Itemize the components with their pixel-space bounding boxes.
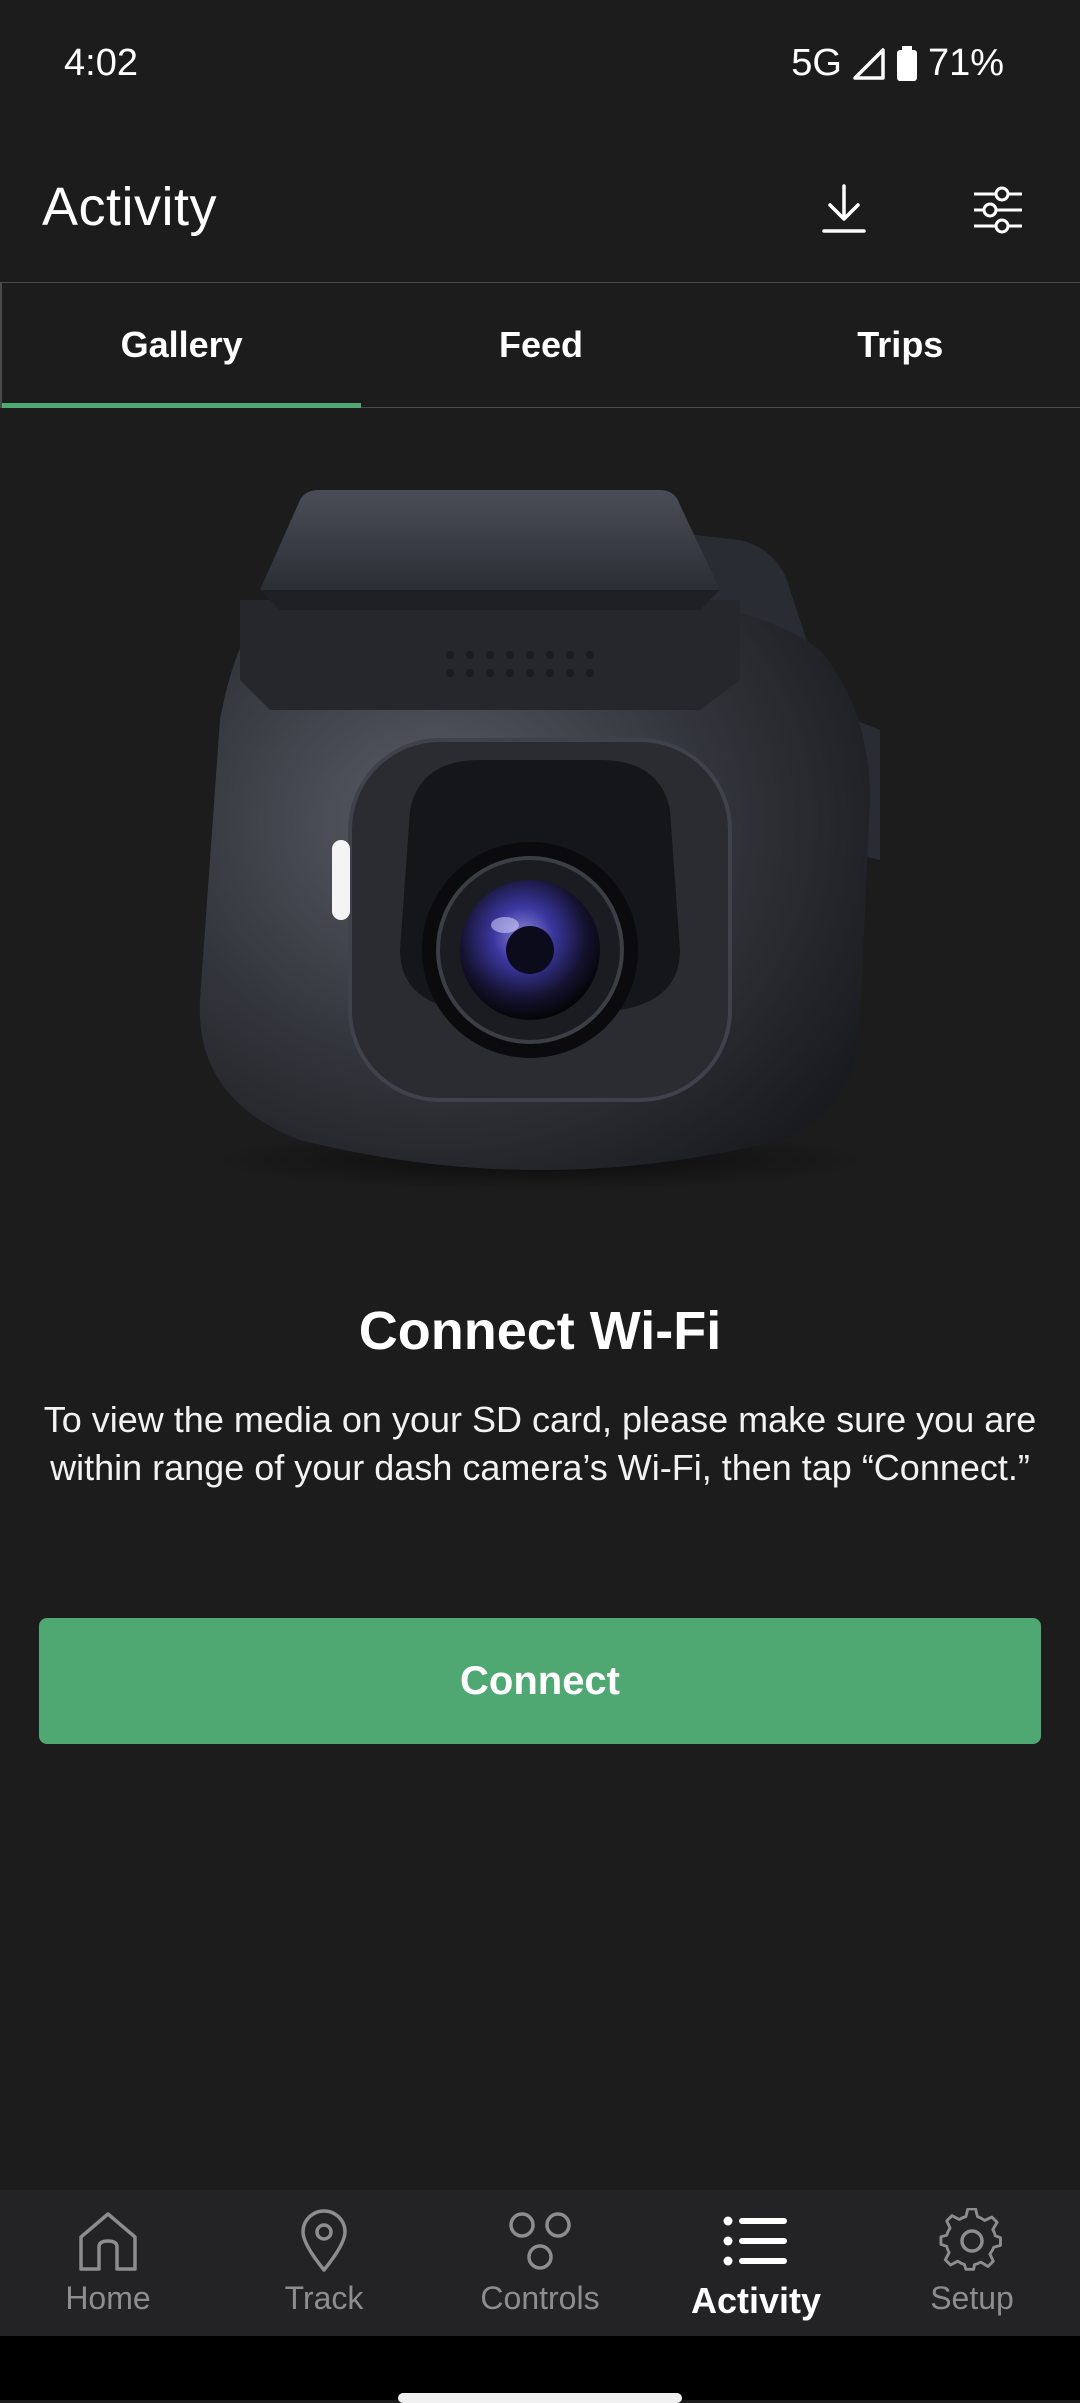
connect-button[interactable]: Connect [39, 1618, 1041, 1744]
home-icon [72, 2208, 144, 2274]
battery-icon [896, 45, 918, 82]
nav-item-controls[interactable]: Controls [432, 2190, 648, 2336]
page-title: Activity [42, 177, 218, 237]
download-icon [820, 183, 868, 241]
nav-label-setup: Setup [930, 2280, 1014, 2316]
tab-trips[interactable]: Trips [721, 283, 1080, 407]
battery-level: 71% [927, 42, 1004, 84]
nav-item-home[interactable]: Home [0, 2190, 216, 2336]
nav-label-home: Home [65, 2280, 151, 2316]
tab-gallery[interactable]: Gallery [2, 283, 362, 408]
nav-label-track: Track [284, 2280, 364, 2316]
filter-button[interactable] [962, 176, 1034, 248]
network-type: 5G [791, 42, 842, 84]
gesture-area [0, 2336, 1080, 2400]
bottom-navigation: Home Track Controls Activity Setup [0, 2190, 1080, 2336]
home-indicator[interactable] [398, 2393, 682, 2403]
status-time: 4:02 [64, 42, 138, 84]
sliders-icon [972, 186, 1024, 239]
nav-label-activity: Activity [690, 2280, 822, 2321]
status-bar: 4:02 5G 71% [0, 0, 1080, 136]
nav-item-setup[interactable]: Setup [864, 2190, 1080, 2336]
nav-item-activity[interactable]: Activity [648, 2190, 864, 2336]
connect-title: Connect Wi-Fi [358, 1301, 722, 1361]
map-pin-icon [288, 2208, 360, 2274]
gear-icon [936, 2208, 1008, 2274]
nav-item-track[interactable]: Track [216, 2190, 432, 2336]
status-indicators: 5G 71% [791, 42, 1004, 85]
connect-description: To view the media on your SD card, pleas… [43, 1399, 1037, 1488]
list-icon [720, 2208, 792, 2274]
dash-camera-image [180, 480, 900, 1200]
tab-feed[interactable]: Feed [361, 283, 720, 407]
controls-icon [504, 2208, 576, 2274]
tab-bar: Gallery Feed Trips [0, 282, 1080, 408]
download-button[interactable] [808, 176, 880, 248]
nav-label-controls: Controls [480, 2280, 600, 2316]
app-bar: Activity [0, 136, 1080, 282]
signal-icon [852, 47, 886, 81]
